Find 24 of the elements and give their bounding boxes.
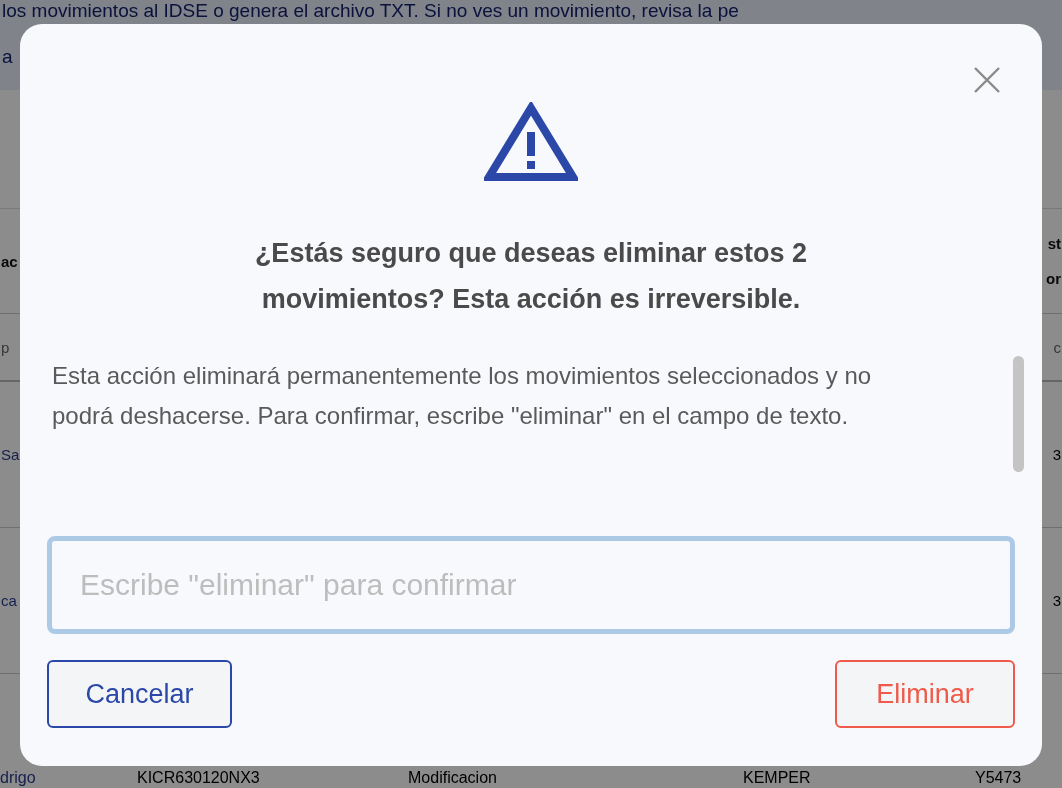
confirm-input[interactable]: Escribe "eliminar" para confirmar	[47, 536, 1015, 634]
table-cell: 3	[1052, 592, 1061, 609]
delete-button[interactable]: Eliminar	[835, 660, 1015, 728]
banner-text: a	[2, 46, 14, 68]
table-cell-text: KEMPER	[743, 769, 812, 788]
filter-field[interactable]: p	[1, 338, 10, 356]
table-cell-text: KICR630120NX3	[137, 769, 261, 788]
table-cell: Y5473	[975, 769, 1022, 788]
table-cell[interactable]: Sa	[1, 446, 20, 463]
table-cell[interactable]: ca	[1, 592, 17, 609]
scrollbar-thumb[interactable]	[1013, 356, 1024, 472]
close-icon[interactable]	[973, 66, 1001, 94]
filter-field[interactable]: c	[1053, 338, 1061, 356]
dialog-message: Esta acción eliminará permanentemente los movimientos seleccionados y no podrá deshacerse. Para confirmar, escribe "eliminar" en el campo de texto.	[52, 361, 872, 431]
column-header: ac	[1, 252, 18, 270]
column-header: or	[1046, 270, 1061, 287]
column-header: st	[1046, 235, 1061, 252]
banner-text: los movimientos al IDSE o genera el archivo TXT. Si no ves un movimiento, revisa la pe	[2, 0, 740, 22]
table-cell[interactable]: drigo	[0, 769, 137, 788]
table-cell: 3	[1052, 446, 1061, 463]
dialog-title: ¿Estás seguro que deseas eliminar estos 2 movimientos? Esta acción es irreversible.	[253, 237, 809, 316]
warning-icon	[484, 102, 578, 182]
cancel-button[interactable]: Cancelar	[47, 660, 232, 728]
table-cell-text: Modificacion	[408, 769, 498, 788]
